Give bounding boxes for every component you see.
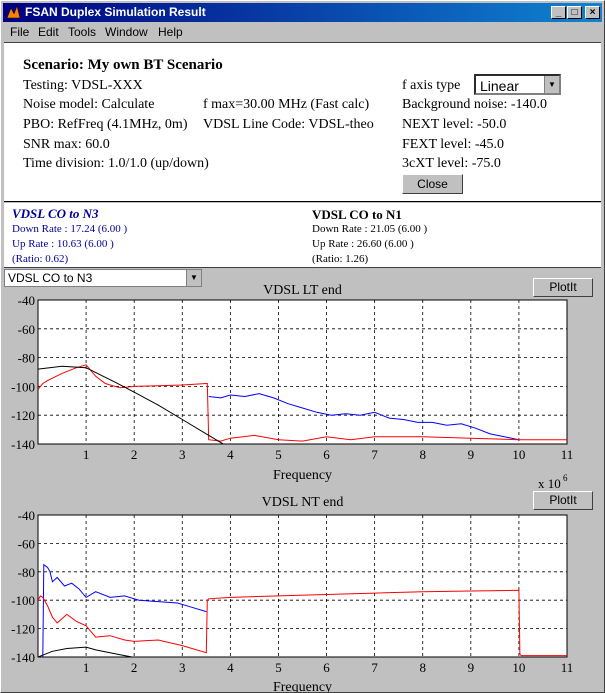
x-tick-label: 2 xyxy=(131,660,138,675)
y-tick-label: -80 xyxy=(18,351,35,366)
plot-area xyxy=(37,514,568,658)
x-axis-label: Frequency xyxy=(273,468,332,483)
x-exponent-power: 6 xyxy=(563,473,568,483)
y-tick-label: -100 xyxy=(11,593,35,608)
x-tick-label: 11 xyxy=(561,447,574,462)
x-tick-label: 4 xyxy=(227,447,234,462)
y-tick-label: -40 xyxy=(18,293,35,308)
x-tick-label: 5 xyxy=(275,447,282,462)
y-tick-label: -100 xyxy=(11,379,35,394)
x-tick-label: 4 xyxy=(227,660,234,675)
y-tick-label: -140 xyxy=(11,650,35,665)
x-axis-label: Frequency xyxy=(273,680,332,692)
x-tick-label: 1 xyxy=(83,660,90,675)
x-tick-label: 7 xyxy=(371,660,378,675)
y-tick-label: -80 xyxy=(18,565,35,580)
x-tick-label: 10 xyxy=(512,660,525,675)
x-tick-label: 11 xyxy=(561,660,574,675)
x-tick-label: 5 xyxy=(275,660,282,675)
x-tick-label: 2 xyxy=(131,447,138,462)
y-tick-label: -40 xyxy=(18,508,35,523)
x-tick-label: 10 xyxy=(512,447,525,462)
y-tick-label: -140 xyxy=(11,437,35,452)
x-exponent-label: x 10 xyxy=(538,476,561,491)
chart-title: VDSL NT end xyxy=(262,495,344,510)
x-tick-label: 6 xyxy=(323,447,330,462)
y-tick-label: -60 xyxy=(18,536,35,551)
x-tick-label: 3 xyxy=(179,660,186,675)
x-tick-label: 9 xyxy=(468,660,475,675)
x-tick-label: 1 xyxy=(83,447,90,462)
x-tick-label: 8 xyxy=(419,660,426,675)
x-tick-label: 8 xyxy=(419,447,426,462)
y-tick-label: -60 xyxy=(18,322,35,337)
x-tick-label: 9 xyxy=(468,447,475,462)
chart-1: 1 2 3 4 5 6 7 8 9 10 11 -40 -60 -80 -100 -120 -140 VDSL L… xyxy=(11,283,573,491)
charts-svg: 1 2 3 4 5 6 7 8 9 10 11 -40 -60 -80 -100 -120 -140 VDSL L… xyxy=(11,283,573,692)
app-window: FSAN Duplex Simulation Result _ □ × File… xyxy=(0,0,605,693)
plot-area xyxy=(37,299,568,445)
y-tick-label: -120 xyxy=(11,622,35,637)
x-tick-label: 3 xyxy=(179,447,186,462)
chart-title: VDSL LT end xyxy=(263,283,342,298)
chart-2: 1 2 3 4 5 6 7 8 9 10 11 -40 -60 -80 -100 -120 -140 VDSL N… xyxy=(11,495,573,692)
x-tick-label: 6 xyxy=(323,660,330,675)
y-tick-label: -120 xyxy=(11,408,35,423)
x-tick-label: 7 xyxy=(371,447,378,462)
